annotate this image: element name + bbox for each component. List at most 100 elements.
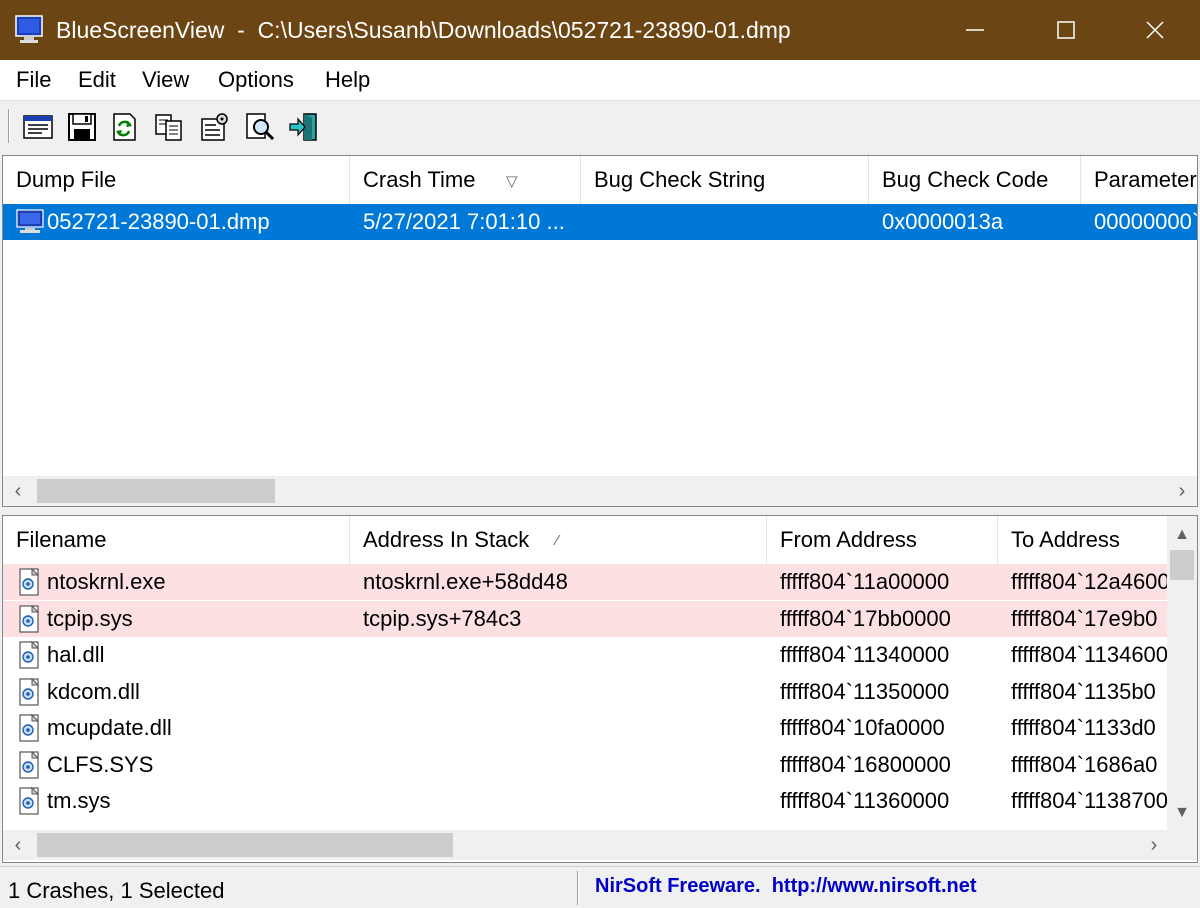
driver-file-icon <box>19 787 40 815</box>
dump-file-cell: 052721-23890-01.dmp <box>47 209 270 234</box>
advanced-options-icon <box>201 113 228 141</box>
properties-button[interactable] <box>21 110 55 144</box>
menu-help[interactable]: Help <box>325 67 370 93</box>
menu-file[interactable]: File <box>16 67 51 93</box>
scroll-left-icon[interactable]: ‹ <box>3 830 33 860</box>
filename-cell: kdcom.dll <box>47 678 140 704</box>
driver-row[interactable]: tm.sys fffff804`11360000 fffff804`1138700 <box>3 783 1167 819</box>
scroll-left-icon[interactable]: ‹ <box>3 476 33 506</box>
filename-cell: ntoskrnl.exe <box>47 569 166 594</box>
driver-row[interactable]: tcpip.sys tcpip.sys+784c3 fffff804`17bb000… <box>3 600 1167 637</box>
scroll-up-icon[interactable]: ▲ <box>1167 520 1197 550</box>
column-from-address[interactable]: From Address <box>767 516 998 564</box>
from-address-cell: fffff804`11350000 <box>780 678 950 704</box>
from-address-cell: fffff804`11360000 <box>780 788 950 813</box>
address-in-stack-cell: ntoskrnl.exe+58dd48 <box>363 569 568 594</box>
scroll-down-icon[interactable]: ▼ <box>1167 798 1197 828</box>
find-icon <box>246 113 275 141</box>
maximize-icon <box>1057 21 1075 39</box>
column-bug-check-string[interactable]: Bug Check String <box>581 156 869 204</box>
column-filename[interactable]: Filename <box>3 516 350 564</box>
from-address-cell: fffff804`11340000 <box>780 642 950 667</box>
toolbar <box>0 100 1200 152</box>
to-address-cell: fffff804`12a4600 <box>1011 569 1167 594</box>
save-icon <box>68 113 96 141</box>
to-address-cell: fffff804`1135b0 <box>1011 678 1156 704</box>
to-address-cell: fffff804`1134600 <box>1011 642 1167 667</box>
column-label: Crash Time <box>363 167 476 192</box>
column-label: Bug Check Code <box>882 167 1049 192</box>
refresh-button[interactable] <box>107 110 141 144</box>
column-bug-check-code[interactable]: Bug Check Code <box>869 156 1081 204</box>
driver-list[interactable]: Filename Address In Stack ⁄ From Address … <box>2 515 1198 863</box>
column-address-in-stack[interactable]: Address In Stack ⁄ <box>350 516 767 564</box>
menu-view[interactable]: View <box>142 67 189 93</box>
to-address-cell: fffff804`1133d0 <box>1011 715 1156 740</box>
column-dump-file[interactable]: Dump File <box>3 156 350 204</box>
driver-row[interactable]: mcupdate.dll fffff804`10fa0000 fffff804`11… <box>3 710 1167 746</box>
driver-row[interactable]: CLFS.SYS fffff804`16800000 fffff804`1686a0 <box>3 747 1167 783</box>
nirsoft-link[interactable]: NirSoft Freeware. http://www.nirsoft.net <box>595 875 977 898</box>
column-crash-time[interactable]: Crash Time ▽ <box>350 156 581 204</box>
crash-list[interactable]: Dump File Crash Time ▽ Bug Check String B… <box>2 155 1198 507</box>
close-button[interactable] <box>1110 0 1200 60</box>
driver-file-icon <box>19 568 40 596</box>
status-bar: 1 Crashes, 1 Selected NirSoft Freeware. … <box>0 866 1200 908</box>
menu-options[interactable]: Options <box>218 67 294 93</box>
filename-cell: hal.dll <box>47 642 105 667</box>
driver-file-icon <box>19 604 40 633</box>
column-label: From Address <box>780 527 917 552</box>
bug-check-string-cell <box>594 204 866 240</box>
scroll-thumb[interactable] <box>37 479 275 503</box>
from-address-cell: fffff804`17bb0000 <box>780 605 951 631</box>
driver-file-icon <box>19 750 40 779</box>
address-in-stack-cell <box>363 637 763 673</box>
to-address-cell: fffff804`1686a0 <box>1011 751 1158 777</box>
driver-file-icon <box>19 677 40 706</box>
toolbar-grip <box>8 109 10 143</box>
scroll-right-icon[interactable]: › <box>1139 830 1169 860</box>
minimize-icon <box>966 29 984 31</box>
vscroll-thumb[interactable] <box>1170 550 1194 580</box>
column-label: Filename <box>16 527 107 552</box>
menu-bar: File Edit View Options Help <box>0 60 1200 100</box>
scroll-right-icon[interactable]: › <box>1167 476 1197 506</box>
crash-list-hscrollbar[interactable]: ‹ › <box>3 476 1197 506</box>
column-label: Bug Check String <box>594 167 766 192</box>
close-icon <box>1146 21 1164 39</box>
column-parameter[interactable]: Parameter <box>1081 156 1197 204</box>
address-in-stack-cell <box>363 710 763 746</box>
crash-row[interactable]: 052721-23890-01.dmp 5/27/2021 7:01:10 ..… <box>3 204 1197 240</box>
to-address-cell: fffff804`1138700 <box>1011 788 1167 813</box>
title-bar[interactable]: BlueScreenView - C:\Users\Susanb\Downloa… <box>0 0 1200 60</box>
maximize-button[interactable] <box>1021 0 1111 60</box>
from-address-cell: fffff804`10fa0000 <box>780 715 945 740</box>
refresh-icon <box>113 113 136 141</box>
driver-row[interactable]: hal.dll fffff804`11340000 fffff804`1134600 <box>3 637 1167 673</box>
column-to-address[interactable]: To Address <box>998 516 1169 564</box>
save-button[interactable] <box>65 110 99 144</box>
driver-list-hscrollbar[interactable]: ‹ › <box>3 830 1197 860</box>
scroll-thumb[interactable] <box>37 833 453 857</box>
driver-list-vscrollbar[interactable]: ▲ ▼ <box>1167 516 1197 830</box>
advanced-options-button[interactable] <box>197 110 231 144</box>
column-label: To Address <box>1011 527 1120 552</box>
find-button[interactable] <box>243 110 277 144</box>
sort-ascending-icon: ⁄ <box>556 532 559 549</box>
address-in-stack-cell <box>363 747 763 783</box>
copy-button[interactable] <box>152 110 186 144</box>
window-title: BlueScreenView - C:\Users\Susanb\Downloa… <box>56 17 791 43</box>
menu-edit[interactable]: Edit <box>78 67 116 93</box>
status-separator <box>577 871 579 905</box>
from-address-cell: fffff804`11a00000 <box>780 569 950 594</box>
exit-button[interactable] <box>287 110 321 144</box>
minimize-button[interactable] <box>930 0 1020 60</box>
driver-file-icon <box>19 714 40 742</box>
crash-time-cell: 5/27/2021 7:01:10 ... <box>363 209 565 234</box>
driver-row[interactable]: ntoskrnl.exe ntoskrnl.exe+58dd48 fffff804`… <box>3 564 1167 600</box>
filename-cell: tcpip.sys <box>47 605 133 631</box>
exit-icon <box>289 113 317 141</box>
column-label: Address In Stack <box>363 527 530 552</box>
driver-row[interactable]: kdcom.dll fffff804`11350000 fffff804`1135b… <box>3 674 1167 710</box>
from-address-cell: fffff804`16800000 <box>780 751 951 777</box>
